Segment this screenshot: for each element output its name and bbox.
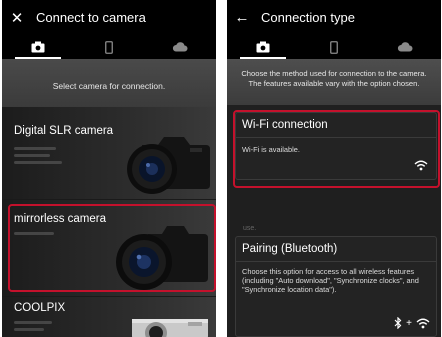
pairing-description: Choose this option for access to all wir… <box>242 267 419 294</box>
camera-option-title: COOLPIX <box>14 302 66 314</box>
coolpix-camera-image <box>132 319 208 337</box>
camera-icon <box>31 41 45 53</box>
intro-text: Select camera for connection. <box>52 81 166 91</box>
camera-list-placeholder <box>14 154 50 157</box>
screen-title: Connection type <box>261 10 355 25</box>
back-arrow-icon[interactable]: ← <box>229 0 255 35</box>
cloud-icon <box>173 42 188 52</box>
intro-banner: Select camera for connection. <box>2 59 216 107</box>
wifi-highlight <box>233 110 440 188</box>
camera-option-title: Digital SLR camera <box>14 125 114 137</box>
screen-title: Connect to camera <box>36 10 146 25</box>
mirrorless-highlight <box>8 204 216 292</box>
phone-icon <box>330 40 338 54</box>
camera-list-placeholder <box>14 321 52 324</box>
tab-phone[interactable] <box>73 35 144 59</box>
tab-bar <box>2 35 216 59</box>
title-bar: ✕ Connect to camera <box>2 0 216 35</box>
plus-sign: + <box>406 317 412 329</box>
tab-camera[interactable] <box>227 35 298 59</box>
pairing-bluetooth-option[interactable]: Pairing (Bluetooth) Choose this option f… <box>235 236 437 337</box>
connection-type-screen: ← Connection type Choose the method used… <box>227 0 441 337</box>
tab-cloud[interactable] <box>370 35 441 59</box>
wifi-icon <box>416 318 430 328</box>
camera-list-placeholder <box>14 147 56 150</box>
intro-banner: Choose the method used for connection to… <box>227 59 441 105</box>
tab-cloud[interactable] <box>145 35 216 59</box>
bluetooth-icon <box>394 317 402 329</box>
connect-to-camera-screen: ✕ Connect to camera Select camera for co… <box>2 0 216 337</box>
cloud-icon <box>398 42 413 52</box>
pairing-option-title: Pairing (Bluetooth) <box>242 243 338 255</box>
camera-icon <box>256 41 270 53</box>
dslr-camera-image <box>127 137 210 194</box>
title-bar: ← Connection type <box>227 0 441 35</box>
divider <box>236 261 436 262</box>
tab-phone[interactable] <box>298 35 369 59</box>
intro-text: Choose the method used for connection to… <box>241 69 427 88</box>
camera-list-placeholder <box>14 328 44 331</box>
tab-bar <box>227 35 441 59</box>
camera-option-dslr[interactable]: Digital SLR camera <box>2 107 216 199</box>
pairing-icons: + <box>394 317 430 329</box>
close-icon[interactable]: ✕ <box>4 0 30 35</box>
partial-text: use. <box>243 225 257 232</box>
camera-list-placeholder <box>14 161 62 164</box>
camera-option-coolpix[interactable]: COOLPIX <box>2 297 216 337</box>
phone-icon <box>105 40 113 54</box>
tab-camera[interactable] <box>2 35 73 59</box>
